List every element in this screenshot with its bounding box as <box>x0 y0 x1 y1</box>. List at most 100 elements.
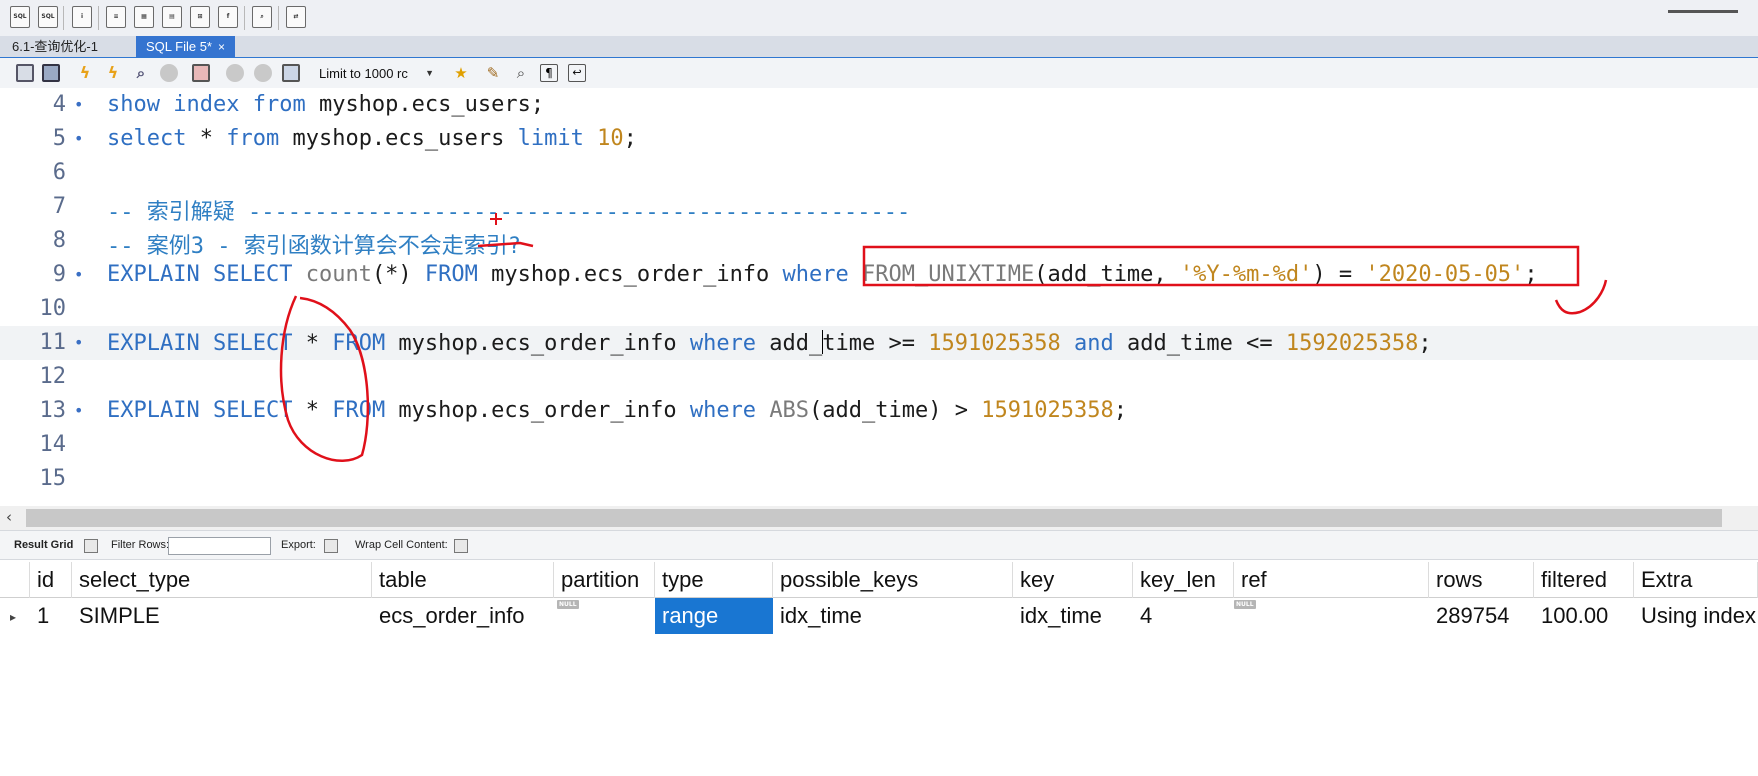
export-icon[interactable] <box>324 539 338 553</box>
code-comment: -- 索引解疑 --------------------------------… <box>107 200 911 225</box>
cell-rows[interactable]: 289754 <box>1429 598 1534 634</box>
token: ; <box>623 126 637 151</box>
null-badge: NULL <box>1234 600 1256 609</box>
toggle-error-icon[interactable] <box>192 64 210 82</box>
limit-rows-select[interactable]: Limit to 1000 rc ▼ <box>314 63 436 84</box>
beautify-icon[interactable]: ✎ <box>484 64 502 82</box>
code-line: 14 <box>0 428 1758 462</box>
column-header[interactable]: type <box>655 562 773 598</box>
execute-current-icon[interactable]: ϟ <box>104 64 122 82</box>
token: EXPLAIN <box>107 331 200 356</box>
inspector-icon[interactable]: i <box>72 6 92 28</box>
create-function-icon[interactable]: f <box>218 6 238 28</box>
column-header[interactable]: partition <box>554 562 655 598</box>
statement-marker: • <box>74 129 84 148</box>
autocommit-icon[interactable] <box>282 64 300 82</box>
stop-icon[interactable] <box>160 64 178 82</box>
code-line: 9 • EXPLAIN SELECT count(*) FROM myshop.… <box>0 258 1758 292</box>
bookmark-icon[interactable]: ★ <box>452 64 470 82</box>
code-text: EXPLAIN SELECT * FROM myshop.ecs_order_i… <box>107 398 1127 423</box>
create-procedure-icon[interactable]: ⊞ <box>190 6 210 28</box>
token: 1591025358 <box>981 398 1114 423</box>
cell-key-len[interactable]: 4 <box>1133 598 1234 634</box>
cell-filtered[interactable]: 100.00 <box>1534 598 1634 634</box>
table-row[interactable]: ▸ 1 SIMPLE ecs_order_info NULL range idx… <box>0 598 1758 634</box>
code-line: 7 -- 索引解疑 ------------------------------… <box>0 190 1758 225</box>
chevron-down-icon: ▼ <box>425 68 434 78</box>
cell-select-type[interactable]: SIMPLE <box>72 598 372 634</box>
cell-extra[interactable]: Using index <box>1634 598 1758 634</box>
tab-query-optimization[interactable]: 6.1-查询优化-1 <box>2 36 108 57</box>
column-header[interactable]: rows <box>1429 562 1534 598</box>
column-header[interactable]: ref <box>1234 562 1429 598</box>
cell-ref[interactable]: NULL <box>1234 598 1429 634</box>
toolbar-separator <box>244 6 245 30</box>
token: index <box>173 92 240 117</box>
column-header[interactable]: select_type <box>72 562 372 598</box>
column-header[interactable]: id <box>30 562 72 598</box>
column-header[interactable]: filtered <box>1534 562 1634 598</box>
create-view-icon[interactable]: ▤ <box>162 6 182 28</box>
cell-table[interactable]: ecs_order_info <box>372 598 554 634</box>
token: where <box>689 398 757 423</box>
create-table-icon[interactable]: ▦ <box>134 6 154 28</box>
grid-view-icon[interactable] <box>84 539 98 553</box>
line-number: 6 <box>52 160 66 185</box>
cell-id[interactable]: 1 <box>30 598 72 634</box>
find-icon[interactable]: ⌕ <box>512 64 530 82</box>
explain-icon[interactable]: ⌕ <box>132 64 150 82</box>
code-text: EXPLAIN SELECT * FROM myshop.ecs_order_i… <box>107 330 1432 356</box>
column-header[interactable]: possible_keys <box>773 562 1013 598</box>
column-header[interactable]: key_len <box>1133 562 1234 598</box>
line-number: 5 <box>52 126 66 151</box>
rollback-icon[interactable] <box>254 64 272 82</box>
token: * <box>292 331 333 356</box>
current-code-line: 11 • EXPLAIN SELECT * FROM myshop.ecs_or… <box>0 326 1758 360</box>
commit-icon[interactable] <box>226 64 244 82</box>
tab-sql-file-5[interactable]: SQL File 5* × <box>136 36 236 57</box>
invisible-chars-icon[interactable]: ¶ <box>540 64 558 82</box>
line-number: 7 <box>52 194 66 219</box>
code-line: 15 <box>0 462 1758 496</box>
scroll-left-arrow-icon[interactable]: ‹ <box>6 508 12 526</box>
wrap-cell-icon[interactable] <box>454 539 468 553</box>
cell-type-selected[interactable]: range <box>655 598 773 634</box>
line-number: 8 <box>52 228 66 253</box>
token: '%Y-%m-%d' <box>1179 262 1313 287</box>
token: ABS <box>769 398 810 423</box>
column-header[interactable]: Extra <box>1634 562 1758 598</box>
token: * <box>292 398 333 423</box>
save-icon[interactable] <box>42 64 60 82</box>
code-line: 6 <box>0 156 1758 190</box>
cell-partition[interactable]: NULL <box>554 598 655 634</box>
token: myshop.ecs_order_info <box>385 398 690 423</box>
new-sql-tab-icon[interactable]: SQL <box>10 6 30 28</box>
filter-rows-input[interactable] <box>168 537 271 555</box>
line-number: 4 <box>52 92 66 117</box>
token: add_time <= <box>1113 331 1286 356</box>
cell-key[interactable]: idx_time <box>1013 598 1133 634</box>
code-line: 5 • select * from myshop.ecs_users limit… <box>0 122 1758 156</box>
search-table-data-icon[interactable]: ⌕ <box>252 6 272 28</box>
column-header[interactable]: table <box>372 562 554 598</box>
token: select <box>107 126 187 151</box>
create-schema-icon[interactable]: ≡ <box>106 6 126 28</box>
result-grid-tab[interactable]: Result Grid <box>14 539 73 551</box>
column-header[interactable]: key <box>1013 562 1133 598</box>
open-folder-icon[interactable] <box>16 64 34 82</box>
tab-label: 6.1-查询优化-1 <box>12 39 98 54</box>
scrollbar-thumb[interactable] <box>26 509 1722 527</box>
execute-icon[interactable]: ϟ <box>76 64 94 82</box>
token: ; <box>1418 331 1432 356</box>
close-icon[interactable]: × <box>218 40 225 54</box>
cell-possible-keys[interactable]: idx_time <box>773 598 1013 634</box>
code-comment: -- 案例3 - 索引函数计算会不会走索引? <box>107 234 521 259</box>
editor-horizontal-scrollbar[interactable]: ‹ <box>0 506 1758 530</box>
wrap-icon[interactable]: ↩ <box>568 64 586 82</box>
open-sql-script-icon[interactable]: SQL <box>38 6 58 28</box>
reconnect-icon[interactable]: ⇄ <box>286 6 306 28</box>
sql-editor[interactable]: 4 • show index from myshop.ecs_users; 5 … <box>0 88 1758 506</box>
layout-toggle-icon[interactable] <box>1668 0 1738 13</box>
token: FROM <box>424 262 478 287</box>
